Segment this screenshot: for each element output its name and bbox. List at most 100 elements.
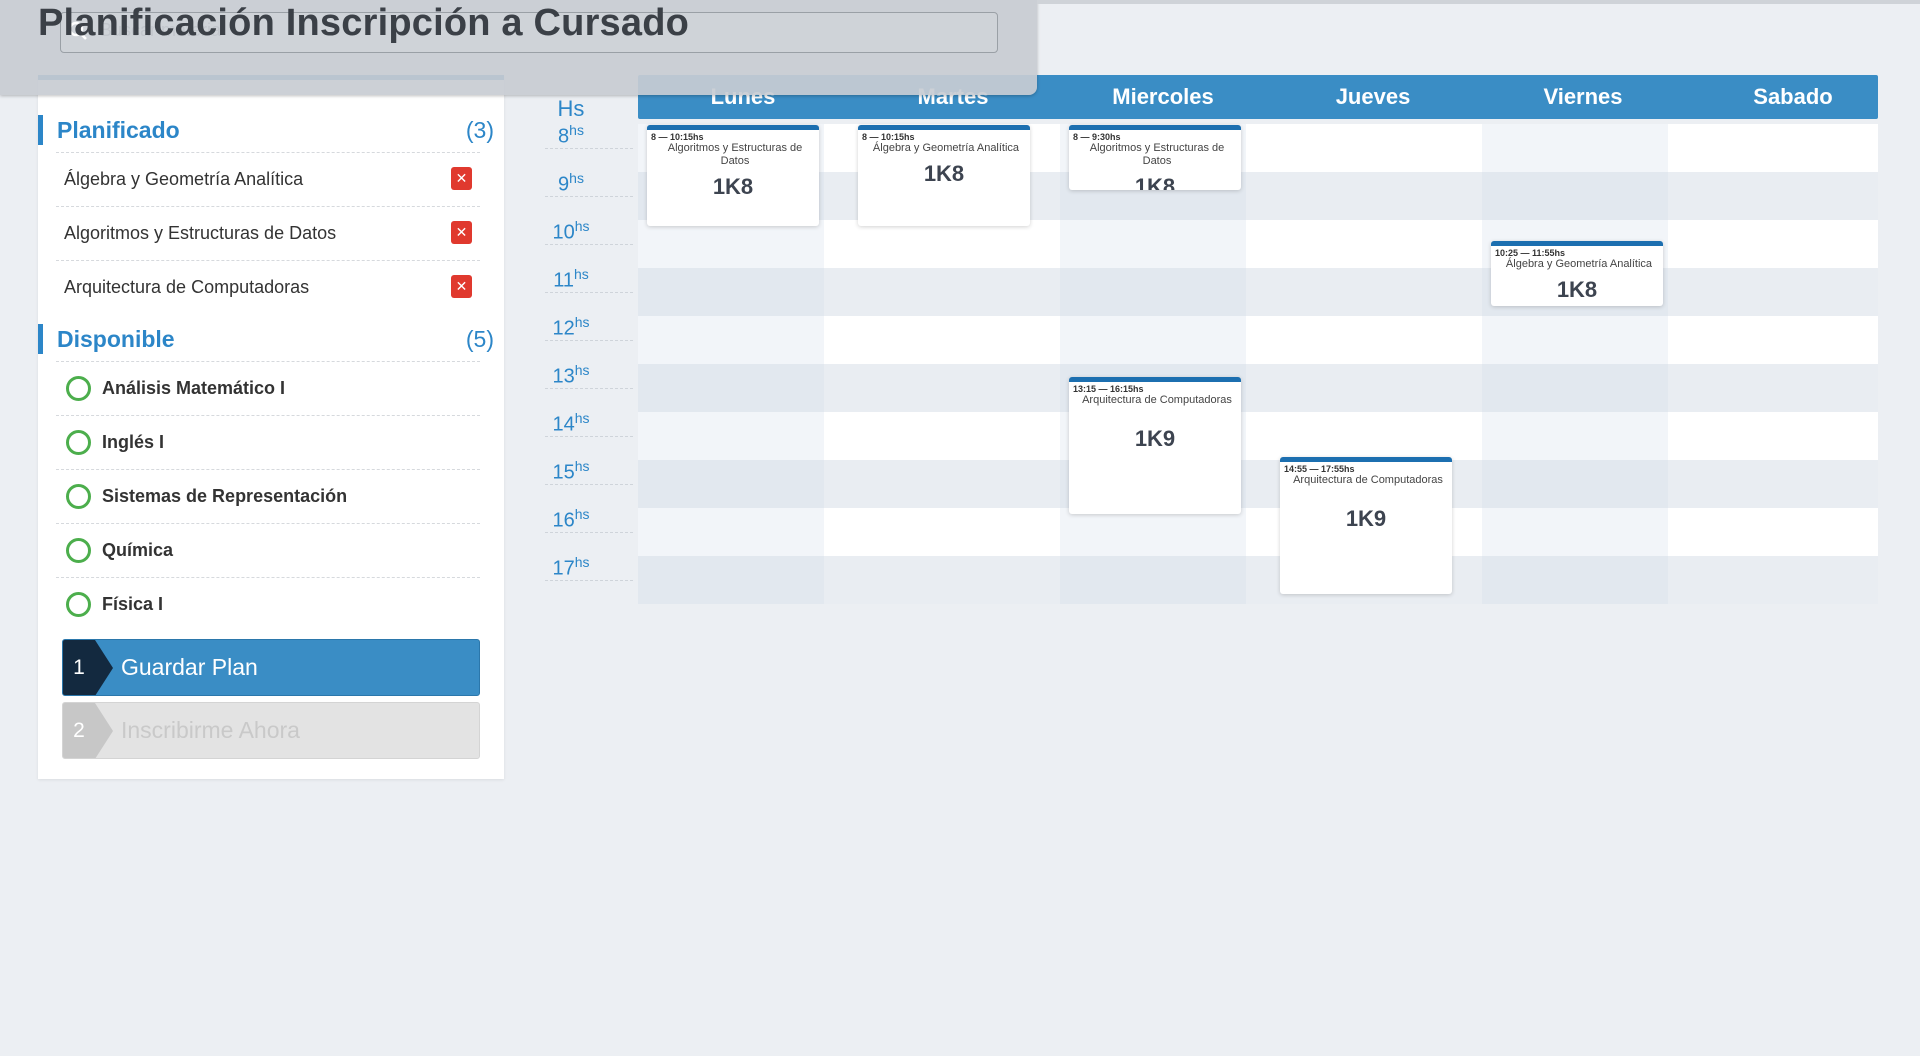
circle-icon[interactable] (66, 376, 91, 401)
page-title: Planificación Inscripción a Cursado (38, 2, 690, 44)
hour-value: 17 (552, 557, 575, 580)
hour-line (545, 148, 633, 149)
hour-value: 14 (552, 413, 575, 436)
hour-line (545, 244, 633, 245)
card-comision: 1K8 (923, 161, 965, 186)
hour-suffix: hs (574, 218, 590, 234)
course-card[interactable]: 14:55 — 17:55hs Arquitectura de Computad… (1280, 457, 1452, 594)
remove-icon[interactable]: ✕ (451, 275, 472, 298)
card-comision: 1K9 (1345, 506, 1387, 531)
card-comision: 1K9 (1134, 426, 1176, 451)
remove-icon[interactable]: ✕ (451, 167, 472, 190)
hour-line (545, 436, 633, 437)
hour-suffix: hs (574, 554, 590, 570)
card-time: 8 — 10:15hs (862, 132, 915, 142)
hour-value: 9 (558, 173, 570, 196)
hour-label: 8hs (540, 122, 602, 149)
hour-suffix: hs (574, 458, 590, 474)
grid-row (638, 268, 1878, 316)
enroll-now-button[interactable]: 2 Inscribirme Ahora (62, 702, 480, 759)
available-item-label: Análisis Matemático I (102, 378, 286, 398)
available-item-label: Química (102, 540, 174, 560)
step-label: Guardar Plan (121, 654, 258, 680)
section-count: (3) (465, 117, 494, 143)
available-item[interactable]: Física I (56, 577, 480, 631)
available-item[interactable]: Química (56, 523, 480, 577)
grid-row (638, 508, 1878, 556)
card-time: 8 — 9:30hs (1073, 132, 1121, 142)
circle-icon[interactable] (66, 430, 91, 455)
step-arrow (95, 703, 113, 758)
card-subject: Arquitectura de Computadoras (1082, 394, 1232, 406)
hour-line (545, 484, 633, 485)
card-subject: Algoritmos y Estructuras de Datos (667, 142, 803, 167)
step-number: 1 (63, 640, 95, 695)
hour-line (545, 292, 633, 293)
step-number: 2 (63, 703, 95, 758)
section-title: Planificado (57, 117, 180, 143)
planned-item: Arquitectura de Computadoras ✕ (56, 260, 480, 314)
grid-row (638, 316, 1878, 364)
course-card[interactable]: 8 — 9:30hs Algoritmos y Estructuras de D… (1069, 125, 1241, 190)
save-plan-button[interactable]: 1 Guardar Plan (62, 639, 480, 696)
hour-value: 13 (552, 365, 575, 388)
section-disponible: Disponible (5) (38, 324, 494, 354)
hour-suffix: hs (574, 410, 590, 426)
hour-value: 11 (553, 269, 574, 292)
circle-icon[interactable] (66, 484, 91, 509)
section-planificado: Planificado (3) (38, 115, 494, 145)
hour-value: 15 (552, 461, 575, 484)
hour-line (545, 340, 633, 341)
available-item[interactable]: Análisis Matemático I (56, 361, 480, 415)
hour-line (545, 388, 633, 389)
day-label: Miercoles (1112, 84, 1214, 109)
course-card[interactable]: 13:15 — 16:15hs Arquitectura de Computad… (1069, 377, 1241, 514)
available-item-label: Física I (102, 594, 164, 614)
hour-suffix: hs (574, 362, 590, 378)
hour-label: 11hs (540, 266, 602, 293)
hour-value: 16 (552, 509, 575, 532)
day-label: Viernes (1543, 84, 1623, 109)
step-label: Inscribirme Ahora (121, 717, 300, 743)
hour-label: 15hs (540, 458, 602, 485)
card-subject: Álgebra y Geometría Analítica (872, 142, 1020, 154)
available-item[interactable]: Inglés I (56, 415, 480, 469)
hour-label: 9hs (540, 170, 602, 197)
grid-row (638, 412, 1878, 460)
hour-suffix: hs (574, 314, 590, 330)
circle-icon[interactable] (66, 538, 91, 563)
grid-row (638, 172, 1878, 220)
hour-suffix: hs (569, 122, 584, 138)
card-subject: Arquitectura de Computadoras (1293, 474, 1443, 486)
planned-item-label: Álgebra y Geometría Analítica (64, 169, 304, 189)
hour-label: 12hs (540, 314, 602, 341)
available-item-label: Sistemas de Representación (102, 486, 348, 506)
hour-suffix: hs (569, 170, 584, 186)
grid-row (638, 124, 1878, 172)
hour-line (545, 580, 633, 581)
day-label: Jueves (1335, 84, 1411, 109)
hour-label: 13hs (540, 362, 602, 389)
schedule-grid (638, 124, 1878, 604)
grid-row (638, 460, 1878, 508)
hour-suffix: hs (573, 266, 589, 282)
course-card[interactable]: 8 — 10:15hs Algoritmos y Estructuras de … (647, 125, 819, 226)
day-column-viernes (1482, 124, 1668, 604)
course-card[interactable]: 10:25 — 11:55hs Álgebra y Geometría Anal… (1491, 241, 1663, 306)
available-item[interactable]: Sistemas de Representación (56, 469, 480, 523)
card-subject: Álgebra y Geometría Analítica (1505, 258, 1653, 270)
step-arrow (95, 640, 113, 695)
hour-value: 8 (558, 125, 570, 148)
header-strip (1037, 0, 1920, 4)
circle-icon[interactable] (66, 592, 91, 617)
course-card[interactable]: 8 — 10:15hs Álgebra y Geometría Analític… (858, 125, 1030, 226)
remove-icon[interactable]: ✕ (451, 221, 472, 244)
section-title: Disponible (57, 326, 175, 352)
card-time: 10:25 — 11:55hs (1495, 248, 1566, 258)
card-time: 13:15 — 16:15hs (1073, 384, 1144, 394)
card-comision: 1K8 (1556, 277, 1598, 302)
sidebar: Planificado (3) Álgebra y Geometría Anal… (38, 75, 504, 779)
card-time: 8 — 10:15hs (651, 132, 704, 142)
card-time: 14:55 — 17:55hs (1284, 464, 1355, 474)
planned-item: Algoritmos y Estructuras de Datos ✕ (56, 206, 480, 260)
